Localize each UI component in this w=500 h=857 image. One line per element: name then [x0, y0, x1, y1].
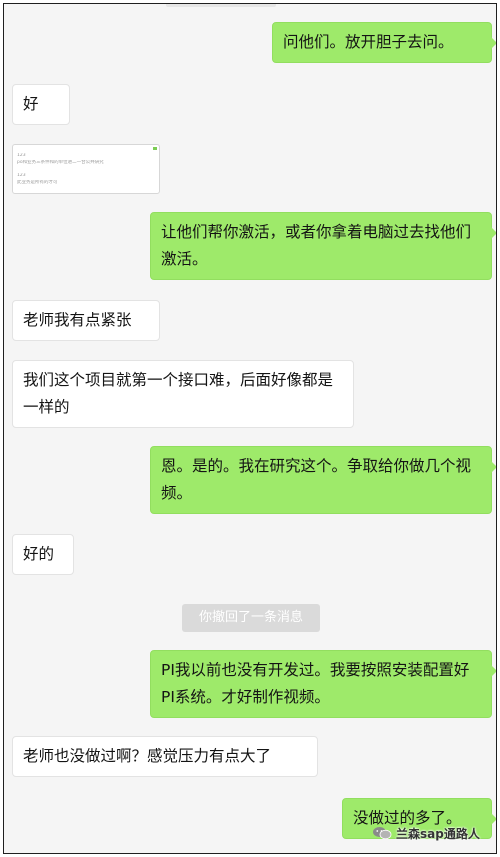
- message-text: 老师也没做过啊？感觉压力有点大了: [23, 747, 272, 765]
- message-text: PI我以前也没有开发过。我要按照安装配置好PI系统。才好制作视频。: [161, 661, 470, 706]
- message-outgoing-3[interactable]: 恩。是的。我在研究这个。争取给你做几个视频。: [150, 446, 496, 514]
- card-accent: [153, 147, 157, 150]
- message-text: 好的: [23, 545, 55, 563]
- watermark: 兰森sap通路人: [372, 822, 480, 844]
- message-incoming-1[interactable]: 好: [12, 84, 70, 125]
- message-text: 我们这个项目就第一个接口难，后面好像都是一样的: [23, 371, 334, 416]
- message-text: 恩。是的。我在研究这个。争取给你做几个视频。: [161, 457, 472, 502]
- scroll-indicator: [166, 4, 276, 7]
- message-incoming-3[interactable]: 我们这个项目就第一个接口难，后面好像都是一样的: [12, 360, 354, 428]
- message-outgoing-2[interactable]: 让他们帮你激活，或者你拿着电脑过去找他们激活。: [150, 212, 496, 280]
- card-line: 123: [17, 173, 26, 178]
- message-incoming-5[interactable]: 老师也没做过啊？感觉压力有点大了: [12, 736, 318, 777]
- message-incoming-2[interactable]: 老师我有点紧张: [12, 300, 160, 341]
- message-outgoing-4[interactable]: PI我以前也没有开发过。我要按照安装配置好PI系统。才好制作视频。: [150, 650, 496, 718]
- message-text: 让他们帮你激活，或者你拿着电脑过去找他们激活。: [161, 223, 472, 268]
- message-text: 好: [23, 95, 39, 113]
- card-line: 123: [17, 153, 26, 158]
- watermark-text: 兰森sap通路人: [396, 826, 480, 841]
- card-line: po和业务三条件和的单位进二一合公共研究: [17, 160, 104, 165]
- message-incoming-4[interactable]: 好的: [12, 534, 74, 575]
- recall-notice: 你撤回了一条消息: [182, 604, 320, 632]
- message-text: 问他们。放开胆子去问。: [283, 33, 454, 51]
- wechat-logo-icon: [373, 827, 392, 840]
- message-outgoing-1[interactable]: 问他们。放开胆子去问。: [272, 22, 496, 63]
- card-line: 此业务是所有的才可: [17, 180, 58, 185]
- message-text: 老师我有点紧张: [23, 311, 132, 329]
- quoted-message-card[interactable]: 123 po和业务三条件和的单位进二一合公共研究 123 此业务是所有的才可: [12, 144, 160, 194]
- chat-window: 问他们。放开胆子去问。 好 123 po和业务三条件和的单位进二一合公共研究 1…: [3, 3, 497, 854]
